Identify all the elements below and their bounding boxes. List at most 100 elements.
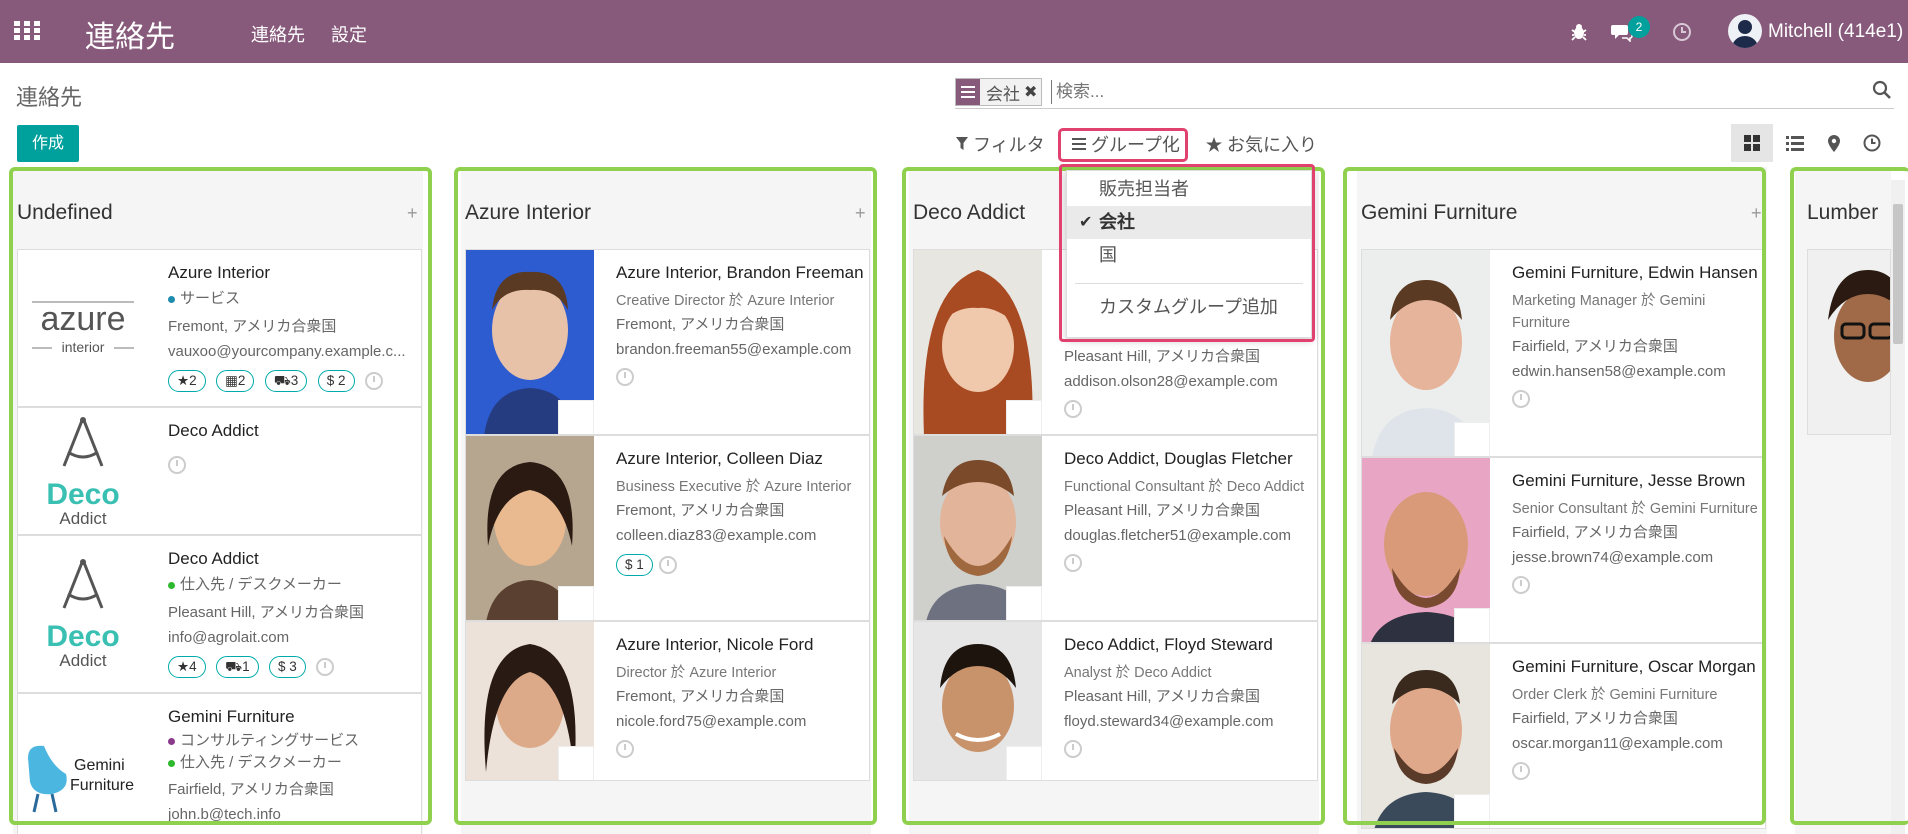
column-add-icon[interactable]: + xyxy=(1751,203,1762,224)
kanban-column-undefined: Undefined + azure interior Azure Interio… xyxy=(13,167,423,834)
add-custom-group-button[interactable]: カスタムグループ追加 xyxy=(1067,291,1311,324)
filters-button[interactable]: フィルタ xyxy=(956,131,1045,157)
kanban-card[interactable]: Gemini Furniture, Oscar Morgan Order Cle… xyxy=(1361,643,1766,829)
activity-clock-icon[interactable] xyxy=(1064,400,1082,418)
contact-location: Pleasant Hill, アメリカ合衆国 xyxy=(1064,688,1260,705)
activity-clock-icon[interactable] xyxy=(616,368,634,386)
invoice-stat-button[interactable]: $ 2 xyxy=(317,370,355,392)
search-icon[interactable] xyxy=(1872,80,1892,100)
kanban-card[interactable]: Deco Addict Deco Addict xyxy=(17,407,422,535)
kanban-card[interactable]: Deco Addict Deco Addict 仕入先 / デスクメーカー Pl… xyxy=(17,535,422,693)
company-logo-deco: Deco Addict xyxy=(24,414,142,530)
kanban-card[interactable]: Azure Interior, Nicole Ford Director 於 A… xyxy=(465,621,870,781)
contact-location: Pleasant Hill, アメリカ合衆国 xyxy=(168,604,364,621)
contact-email: brandon.freeman55@example.com xyxy=(616,341,852,358)
map-pin-icon xyxy=(1828,134,1840,152)
contact-location: Pleasant Hill, アメリカ合衆国 xyxy=(1064,348,1260,365)
search-input[interactable] xyxy=(1051,80,1831,104)
column-title: Lumber xyxy=(1807,201,1879,224)
create-button[interactable]: 作成 xyxy=(17,125,79,162)
activity-clock-icon[interactable] xyxy=(1064,554,1082,572)
top-navbar: 連絡先 連絡先 設定 2 Mitchell (414e1) xyxy=(0,0,1908,63)
contact-tag: 仕入先 / デスクメーカー xyxy=(168,752,416,774)
company-logo-gemini: Gemini Furniture xyxy=(22,738,142,820)
contact-location: Fairfield, アメリカ合衆国 xyxy=(1512,524,1678,541)
activity-clock-icon[interactable] xyxy=(1512,390,1530,408)
company-logo-azure: azure interior xyxy=(24,290,142,370)
facet-label: 会社 xyxy=(986,84,1020,104)
activity-clock-icon[interactable] xyxy=(316,657,335,676)
contact-email: addison.olson28@example.com xyxy=(1064,373,1278,390)
kanban-card[interactable] xyxy=(1807,249,1891,435)
meeting-stat-button[interactable]: ▦2 xyxy=(216,370,255,392)
activity-clock-icon[interactable] xyxy=(616,740,634,758)
contact-location: Fremont, アメリカ合衆国 xyxy=(616,502,785,519)
facet-remove-icon[interactable]: ✖ xyxy=(1024,82,1041,102)
company-mini-logo xyxy=(558,586,594,620)
kanban-card[interactable]: Gemini Furniture, Jesse Brown Senior Con… xyxy=(1361,457,1766,643)
contact-job: Senior Consultant 於 Gemini Furniture xyxy=(1512,501,1758,517)
activity-clock-icon[interactable] xyxy=(1064,740,1082,758)
kanban-card[interactable]: Azure Interior, Brandon Freeman Creative… xyxy=(465,249,870,435)
contact-email: nicole.ford75@example.com xyxy=(616,713,807,730)
groupby-option-country[interactable]: 国 xyxy=(1067,239,1311,272)
contact-location: Fremont, アメリカ合衆国 xyxy=(616,316,785,333)
dropdown-divider xyxy=(1075,283,1303,284)
kanban-column-gemini-furniture: Gemini Furniture + Gemini Furniture, Edw… xyxy=(1357,167,1767,834)
kanban-view-button[interactable] xyxy=(1731,124,1773,162)
list-view-button[interactable] xyxy=(1774,124,1816,162)
scrollbar-thumb[interactable] xyxy=(1893,204,1903,344)
groupby-option-salesperson[interactable]: 販売担当者 xyxy=(1067,173,1311,206)
sales-stat-button[interactable]: ⛟1 xyxy=(216,656,259,678)
column-add-icon[interactable]: + xyxy=(855,203,866,224)
groupby-facet: 会社 ✖ xyxy=(955,78,1043,106)
sales-stat-button[interactable]: ⛟3 xyxy=(264,370,308,392)
activity-clock-icon[interactable] xyxy=(1512,762,1530,780)
logo-gemini-sub: Furniture xyxy=(70,777,134,794)
kanban-card[interactable]: Azure Interior, Colleen Diaz Business Ex… xyxy=(465,435,870,621)
opportunity-stat-button[interactable]: ★4 xyxy=(168,656,206,678)
contact-location: Pleasant Hill, アメリカ合衆国 xyxy=(1064,502,1260,519)
company-mini-logo xyxy=(1454,422,1490,456)
contact-name: Deco Addict, Douglas Fletcher xyxy=(1064,449,1293,468)
activity-clock-icon[interactable] xyxy=(168,456,186,474)
company-mini-logo xyxy=(1006,400,1042,434)
contact-name: Azure Interior, Nicole Ford xyxy=(616,635,814,654)
user-avatar[interactable] xyxy=(1728,14,1762,48)
opportunity-stat-button[interactable]: ★2 xyxy=(168,370,206,392)
menu-contacts[interactable]: 連絡先 xyxy=(251,21,305,47)
kanban-card[interactable]: azure interior Azure Interior サービス Fremo… xyxy=(17,249,422,407)
user-name[interactable]: Mitchell (414e1) xyxy=(1768,21,1903,43)
kanban-card[interactable]: Deco Addict, Douglas Fletcher Functional… xyxy=(913,435,1318,621)
contact-job: Functional Consultant 於 Deco Addict xyxy=(1064,479,1305,495)
groupby-highlight xyxy=(1058,128,1188,162)
app-menu-icon[interactable] xyxy=(14,21,40,41)
breadcrumb: 連絡先 xyxy=(16,85,83,110)
contact-photo xyxy=(1362,250,1490,456)
contact-email: douglas.fletcher51@example.com xyxy=(1064,527,1292,544)
kanban-card[interactable]: Gemini Furniture Gemini Furniture コンサルティ… xyxy=(17,693,422,834)
contact-photo xyxy=(1362,644,1490,828)
invoice-stat-button[interactable]: $ 1 xyxy=(616,554,653,576)
company-mini-logo xyxy=(1454,608,1490,642)
logo-deco-text: Deco xyxy=(46,478,119,511)
activity-clock-icon[interactable] xyxy=(658,555,677,574)
logo-deco-sub: Addict xyxy=(59,509,107,528)
horizontal-scrollbar[interactable] xyxy=(1891,180,1905,834)
activity-clock-icon[interactable] xyxy=(1672,22,1692,42)
contact-photo xyxy=(466,436,594,620)
favorites-button[interactable]: お気に入り xyxy=(1206,131,1317,157)
activity-clock-icon[interactable] xyxy=(365,371,383,390)
column-title: Gemini Furniture xyxy=(1361,201,1518,224)
activity-view-button[interactable] xyxy=(1851,124,1893,162)
column-add-icon[interactable]: + xyxy=(407,203,418,224)
kanban-card[interactable]: Gemini Furniture, Edwin Hansen Marketing… xyxy=(1361,249,1766,457)
invoice-stat-button[interactable]: $ 3 xyxy=(269,656,306,678)
map-view-button[interactable] xyxy=(1813,124,1855,162)
kanban-card[interactable]: Deco Addict, Floyd Steward Analyst 於 Dec… xyxy=(913,621,1318,781)
debug-bug-icon[interactable] xyxy=(1569,22,1589,42)
groupby-option-company[interactable]: ✔ 会社 xyxy=(1067,206,1311,239)
activity-clock-icon[interactable] xyxy=(1512,576,1530,594)
logo-deco-text: Deco xyxy=(46,620,119,653)
menu-settings[interactable]: 設定 xyxy=(331,21,367,47)
